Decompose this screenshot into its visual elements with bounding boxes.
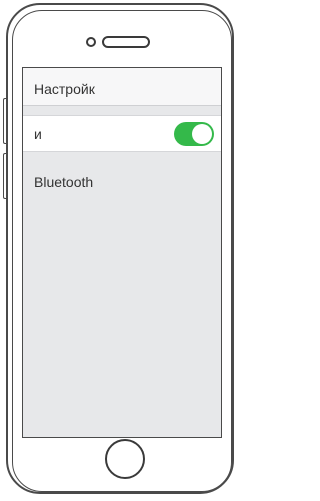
page-title: Настройк [34,81,95,97]
bluetooth-label: Bluetooth [34,174,94,190]
navigation-bar: Настройк [23,68,221,106]
toggle-row-label: и [34,126,42,142]
phone-mockup: Настройк и Bluetooth [0,0,244,501]
camera-icon [86,37,96,47]
toggle-switch[interactable] [174,122,214,146]
toggle-knob [192,124,212,144]
settings-row-toggle[interactable]: и [23,115,221,152]
speaker-icon [102,36,150,48]
phone-screen: Настройк и Bluetooth [22,67,222,438]
home-button-icon[interactable] [105,439,145,479]
